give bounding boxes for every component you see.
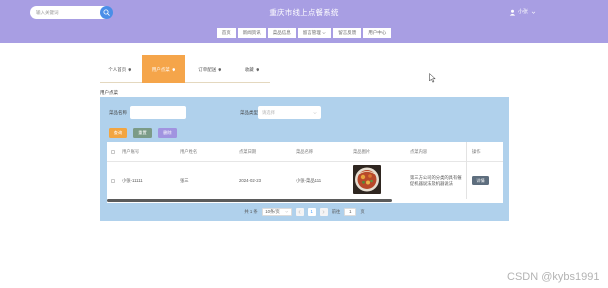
top-header: 重庆市线上点餐系统 小张 首页 新闻资讯 菜品信息 留言管理 留言反馈 用户中心	[0, 0, 608, 43]
nav-item-news[interactable]: 新闻资讯	[237, 28, 266, 38]
detail-button[interactable]: 详情	[472, 176, 489, 185]
select-all-checkbox[interactable]	[111, 150, 115, 154]
section-title: 用户点菜	[100, 90, 118, 95]
table-header: 用户账号 用户姓名 点菜日期 菜品名称 菜品图片 点菜内容 操作	[107, 142, 503, 162]
nav-item-home[interactable]: 首页	[216, 28, 236, 38]
nav-item-label: 用户中心	[368, 30, 387, 35]
nav-item-label: 留言管理	[302, 30, 321, 35]
pin-icon	[172, 68, 176, 72]
nav-item-user-center[interactable]: 用户中心	[363, 28, 392, 38]
pagination: 共 1 条 10条/页 1 前往 页	[100, 207, 509, 216]
dish-type-select[interactable]: 请选择	[258, 106, 321, 119]
chevron-down-icon[interactable]	[531, 10, 536, 15]
page-size-select[interactable]: 10条/页	[261, 207, 292, 216]
query-button[interactable]: 查询	[109, 128, 127, 138]
main-nav: 首页 新闻资讯 菜品信息 留言管理 留言反馈 用户中心	[0, 28, 608, 38]
goto-suffix: 页	[360, 208, 365, 214]
site-title: 重庆市线上点餐系统	[269, 8, 339, 17]
column-header: 操作	[472, 149, 481, 154]
column-header: 菜品图片	[353, 149, 371, 154]
mouse-cursor-icon	[429, 73, 436, 83]
prev-page-button[interactable]	[295, 207, 304, 216]
tab-label: 收藏	[244, 67, 254, 72]
user-center-tabs: 个人首页 用户点菜 订单配送 收藏	[100, 55, 270, 83]
nav-item-message-manage[interactable]: 留言管理	[297, 28, 332, 38]
column-header: 菜品名称	[296, 149, 314, 154]
column-divider	[466, 142, 467, 199]
order-table: 用户账号 用户姓名 点菜日期 菜品名称 菜品图片 点菜内容 操作 小张-1111…	[107, 142, 503, 203]
dish-type-label: 菜品类型	[240, 110, 258, 115]
cell-name: 张三	[180, 177, 189, 183]
nav-item-label: 新闻资讯	[242, 30, 261, 35]
tab-favorites[interactable]: 收藏	[234, 55, 270, 83]
username[interactable]: 小张	[518, 9, 528, 16]
column-header: 用户姓名	[180, 149, 198, 154]
cell-dish: 小张-菜品111	[296, 177, 322, 183]
page-size-value: 10条/页	[265, 208, 280, 214]
chevron-down-icon	[285, 210, 288, 213]
dish-image	[353, 165, 381, 194]
chevron-down-icon	[322, 31, 326, 35]
pin-icon	[128, 68, 132, 72]
page-number-current[interactable]: 1	[307, 207, 316, 216]
chevron-down-icon	[313, 111, 317, 115]
column-header: 用户账号	[122, 149, 140, 154]
nav-item-dishes[interactable]: 菜品信息	[267, 28, 296, 38]
nav-item-label: 菜品信息	[272, 30, 291, 35]
cell-account: 小张-11111	[122, 177, 143, 183]
pagination-total: 共 1 条	[244, 208, 258, 214]
delete-button[interactable]: 删除	[158, 128, 177, 138]
dish-type-placeholder: 请选择	[262, 110, 275, 115]
chevron-left-icon	[298, 209, 301, 214]
cell-content: 第三方公司的分类的具有催促机器说法及机器说法	[410, 174, 462, 186]
tab-label: 个人首页	[108, 67, 127, 72]
column-header: 点菜内容	[410, 149, 428, 154]
next-page-button[interactable]	[319, 207, 328, 216]
nav-item-label: 留言反馈	[338, 30, 357, 35]
column-header: 点菜日期	[239, 149, 257, 154]
dish-name-input[interactable]	[130, 106, 186, 119]
row-checkbox[interactable]	[111, 178, 115, 183]
tab-user-order[interactable]: 用户点菜	[142, 55, 185, 83]
dish-name-label: 菜品名称	[109, 110, 127, 115]
pin-icon	[256, 68, 260, 72]
reset-button[interactable]: 重置	[133, 128, 152, 138]
user-avatar-icon[interactable]	[509, 9, 516, 16]
tab-label: 用户点菜	[151, 67, 170, 72]
nav-item-label: 首页	[221, 30, 231, 35]
order-panel: 菜品名称 菜品类型 请选择 查询 重置 删除 用户账号 用户姓名 点菜日期 菜品…	[100, 97, 509, 221]
chevron-right-icon	[322, 209, 325, 214]
horizontal-scrollbar[interactable]	[107, 199, 392, 202]
goto-page-input[interactable]	[344, 207, 357, 216]
tab-profile-home[interactable]: 个人首页	[100, 55, 140, 83]
pin-icon	[218, 68, 222, 72]
tab-label: 订单配送	[198, 67, 217, 72]
nav-item-feedback[interactable]: 留言反馈	[333, 28, 362, 38]
goto-label: 前往	[331, 208, 341, 214]
watermark: CSDN @kybs1991	[507, 271, 600, 283]
cell-date: 2024-02-23	[239, 178, 261, 183]
tab-order-delivery[interactable]: 订单配送	[188, 55, 232, 83]
